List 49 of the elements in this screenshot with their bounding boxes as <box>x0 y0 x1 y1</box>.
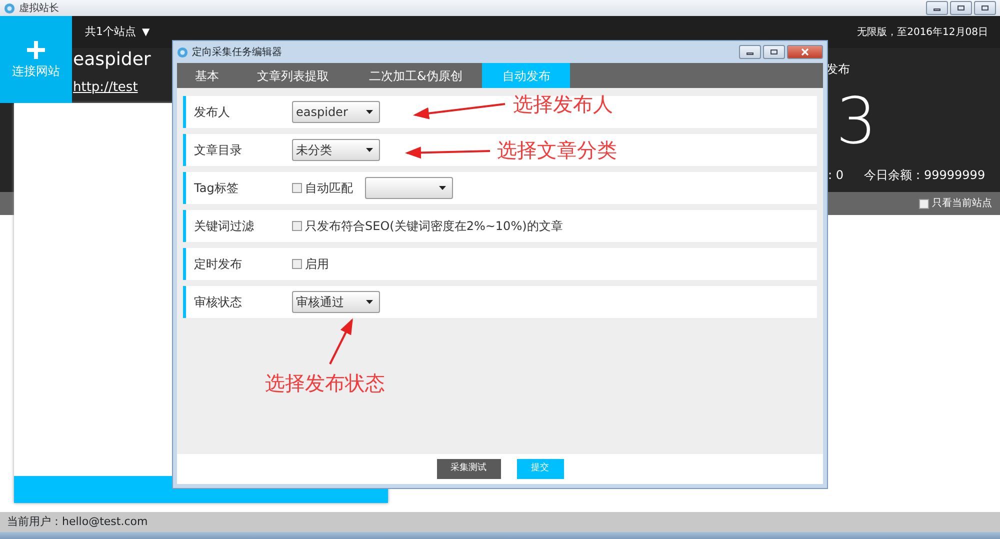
checkbox-label: 启用 <box>305 256 329 273</box>
dropdown[interactable]: easpider <box>292 101 380 123</box>
minimize-button[interactable] <box>739 45 761 59</box>
field-label: 定时发布 <box>193 256 243 273</box>
balance-text: 今日余额：99999999 <box>864 167 986 184</box>
field-label: 发布人 <box>193 104 231 121</box>
checkbox[interactable] <box>292 183 302 193</box>
app-title: 虚拟站长 <box>19 2 59 16</box>
field-label: Tag标签 <box>193 180 240 197</box>
arrow <box>329 318 353 364</box>
dropdown[interactable]: 审核通过 <box>292 291 380 313</box>
status-bar: 当前用户：hello@test.com <box>0 512 1000 532</box>
caret-icon <box>439 186 446 190</box>
restore-button[interactable] <box>950 1 972 15</box>
tag-dropdown[interactable] <box>365 177 453 199</box>
annotation-text: 选择文章分类 <box>497 137 617 164</box>
checkbox[interactable] <box>292 259 302 269</box>
dialog-title: 定向采集任务编辑器 <box>192 46 282 60</box>
app-logo-icon <box>177 46 188 58</box>
tab[interactable]: 文章列表提取 <box>237 63 349 88</box>
annotation-text: 选择发布状态 <box>265 370 385 397</box>
maximize-icon <box>770 49 778 55</box>
plus-icon <box>26 40 46 60</box>
test-button[interactable]: 采集测试 <box>436 459 500 479</box>
caret-icon <box>366 300 373 304</box>
site-name: easpider <box>73 48 151 72</box>
caret-icon <box>366 110 373 114</box>
tab[interactable]: 基本 <box>177 63 237 88</box>
annotation-text: 选择发布人 <box>513 91 613 118</box>
site-count-dropdown[interactable]: 共1个站点 ▼ <box>84 22 151 42</box>
tab[interactable]: 二次加工&伪原创 <box>349 63 482 88</box>
field-label: 关键词过滤 <box>193 218 255 235</box>
stat-value: 3 <box>836 90 877 154</box>
minimize-button[interactable] <box>926 1 948 15</box>
restore-icon <box>957 5 965 11</box>
dropdown[interactable]: 未分类 <box>292 139 380 161</box>
checkbox[interactable] <box>292 221 302 231</box>
caret-icon <box>366 148 373 152</box>
count-text: : 0 <box>828 167 844 184</box>
checkbox-label: 只发布符合SEO(关键词密度在2%~10%)的文章 <box>305 218 563 235</box>
checkbox-label: 自动匹配 <box>305 180 353 197</box>
license-text: 无限版，至2016年12月08日 <box>857 26 988 40</box>
app-logo-icon <box>4 2 15 14</box>
maximize-button[interactable] <box>763 45 785 59</box>
filter-label: 只看当前站点 <box>932 196 992 211</box>
field-label: 审核状态 <box>193 294 243 311</box>
field-label: 文章目录 <box>193 142 243 159</box>
site-url-link[interactable]: http://test <box>73 78 138 98</box>
checkbox[interactable] <box>919 198 929 208</box>
